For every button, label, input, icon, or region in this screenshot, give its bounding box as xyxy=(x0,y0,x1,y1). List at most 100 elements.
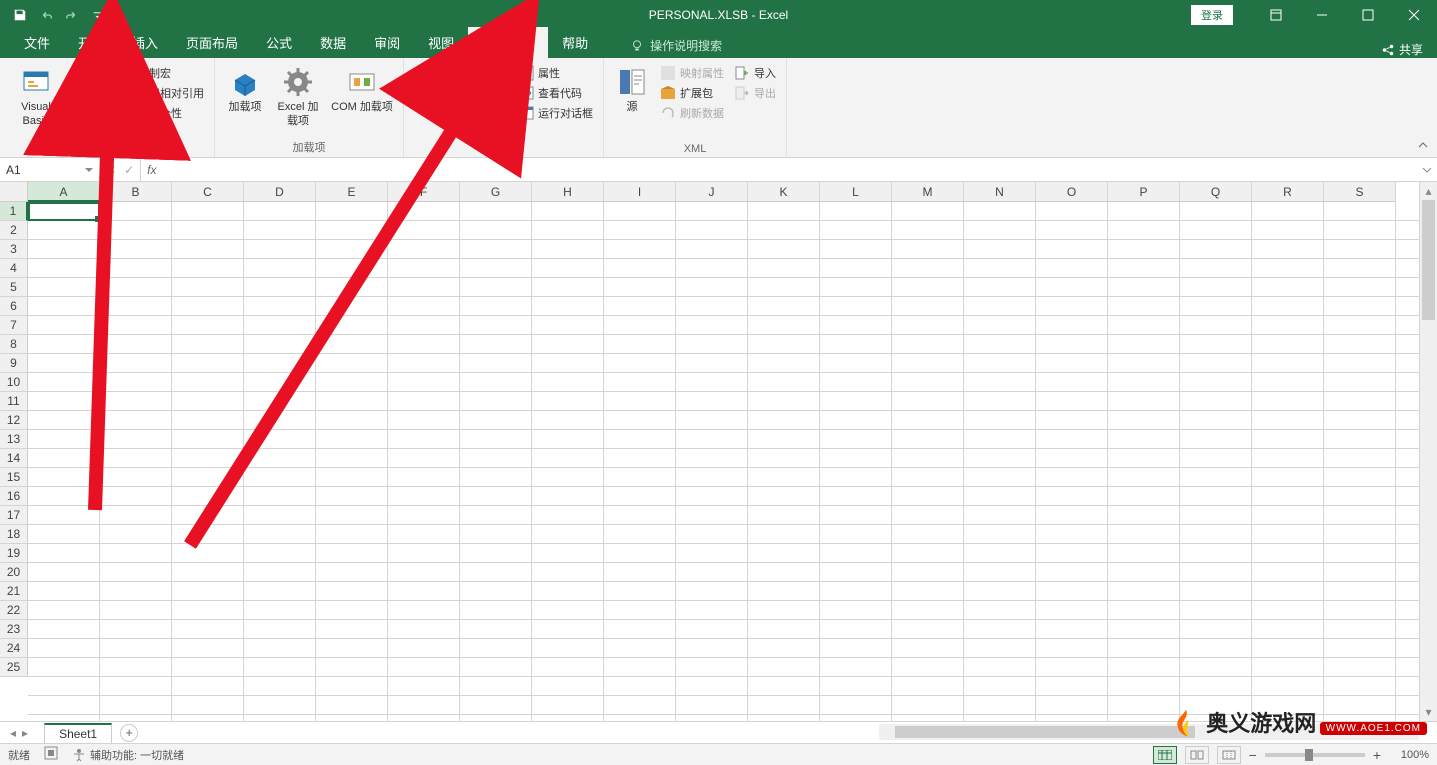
row-header[interactable]: 9 xyxy=(0,354,28,373)
fx-label[interactable]: fx xyxy=(141,158,162,181)
macro-record-status[interactable] xyxy=(44,746,58,763)
vscroll-thumb[interactable] xyxy=(1422,200,1435,320)
macros-button[interactable]: 宏 xyxy=(70,62,110,114)
cells-area[interactable] xyxy=(28,202,1419,721)
row-header[interactable]: 1 xyxy=(0,202,28,221)
page-break-view-button[interactable] xyxy=(1217,746,1241,764)
column-header[interactable]: O xyxy=(1036,182,1108,202)
sheet-nav-prev[interactable]: ◂ xyxy=(10,726,16,740)
sheet-nav-next[interactable]: ▸ xyxy=(22,726,28,740)
row-header[interactable]: 18 xyxy=(0,525,28,544)
row-header[interactable]: 13 xyxy=(0,430,28,449)
close-button[interactable] xyxy=(1391,0,1437,30)
zoom-slider[interactable] xyxy=(1265,753,1365,757)
refresh-data-button[interactable]: 刷新数据 xyxy=(658,104,726,122)
tab-file[interactable]: 文件 xyxy=(10,27,64,58)
row-header[interactable]: 10 xyxy=(0,373,28,392)
column-header[interactable]: J xyxy=(676,182,748,202)
column-header[interactable]: G xyxy=(460,182,532,202)
add-sheet-button[interactable]: + xyxy=(120,724,138,742)
visual-basic-button[interactable]: Visual Basic xyxy=(8,62,64,129)
column-header[interactable]: S xyxy=(1324,182,1396,202)
tab-help[interactable]: 帮助 xyxy=(548,27,602,58)
column-header[interactable]: D xyxy=(244,182,316,202)
tab-review[interactable]: 审阅 xyxy=(360,27,414,58)
tell-me-search[interactable]: 操作说明搜索 xyxy=(622,33,730,58)
row-header[interactable]: 25 xyxy=(0,658,28,677)
column-header[interactable]: E xyxy=(316,182,388,202)
page-layout-view-button[interactable] xyxy=(1185,746,1209,764)
xml-import-button[interactable]: 导入 xyxy=(732,64,778,82)
column-header[interactable]: L xyxy=(820,182,892,202)
undo-button[interactable] xyxy=(34,3,58,27)
run-dialog-button[interactable]: 运行对话框 xyxy=(516,104,595,122)
column-header[interactable]: B xyxy=(100,182,172,202)
row-header[interactable]: 12 xyxy=(0,411,28,430)
row-header[interactable]: 23 xyxy=(0,620,28,639)
row-header[interactable]: 24 xyxy=(0,639,28,658)
addins-button[interactable]: 加载项 xyxy=(223,62,267,114)
scroll-up-button[interactable]: ▴ xyxy=(1420,182,1437,200)
row-header[interactable]: 2 xyxy=(0,221,28,240)
row-header[interactable]: 22 xyxy=(0,601,28,620)
login-button[interactable]: 登录 xyxy=(1191,5,1233,25)
row-header[interactable]: 14 xyxy=(0,449,28,468)
expansion-pack-button[interactable]: 扩展包 xyxy=(658,84,726,102)
column-header[interactable]: H xyxy=(532,182,604,202)
zoom-handle[interactable] xyxy=(1305,749,1313,761)
xml-export-button[interactable]: 导出 xyxy=(732,84,778,102)
tab-insert[interactable]: 插入 xyxy=(118,27,172,58)
column-header[interactable]: N xyxy=(964,182,1036,202)
column-header[interactable]: K xyxy=(748,182,820,202)
properties-button[interactable]: 属性 xyxy=(516,64,595,82)
zoom-value[interactable]: 100% xyxy=(1389,749,1429,761)
zoom-in-button[interactable]: + xyxy=(1373,747,1381,763)
sheet-tab-1[interactable]: Sheet1 xyxy=(44,723,112,743)
hscroll-thumb[interactable] xyxy=(895,726,1195,738)
tab-view[interactable]: 视图 xyxy=(414,27,468,58)
qat-customize-button[interactable] xyxy=(86,3,110,27)
column-header[interactable]: M xyxy=(892,182,964,202)
xml-source-button[interactable]: 源 xyxy=(612,62,652,114)
row-header[interactable]: 16 xyxy=(0,487,28,506)
accessibility-status[interactable]: 辅助功能: 一切就绪 xyxy=(72,747,184,763)
insert-control-button[interactable]: 插入 xyxy=(412,62,456,114)
active-cell[interactable] xyxy=(28,202,100,221)
row-header[interactable]: 8 xyxy=(0,335,28,354)
row-header[interactable]: 6 xyxy=(0,297,28,316)
vertical-scrollbar[interactable]: ▴ ▾ xyxy=(1419,182,1437,721)
column-header[interactable]: P xyxy=(1108,182,1180,202)
tab-formulas[interactable]: 公式 xyxy=(252,27,306,58)
save-button[interactable] xyxy=(8,3,32,27)
name-box[interactable]: A1 xyxy=(0,158,100,181)
normal-view-button[interactable] xyxy=(1153,746,1177,764)
tab-data[interactable]: 数据 xyxy=(306,27,360,58)
cancel-formula-button[interactable]: ✕ xyxy=(106,163,116,177)
use-relative-button[interactable]: 使用相对引用 xyxy=(116,84,206,102)
column-header[interactable]: I xyxy=(604,182,676,202)
map-properties-button[interactable]: 映射属性 xyxy=(658,64,726,82)
tab-home[interactable]: 开始 xyxy=(64,27,118,58)
zoom-out-button[interactable]: − xyxy=(1249,747,1257,763)
share-button[interactable]: 共享 xyxy=(1381,41,1423,58)
record-macro-button[interactable]: 录制宏 xyxy=(116,64,206,82)
row-header[interactable]: 20 xyxy=(0,563,28,582)
row-header[interactable]: 15 xyxy=(0,468,28,487)
macro-security-button[interactable]: 宏安全性 xyxy=(116,104,206,122)
row-header[interactable]: 11 xyxy=(0,392,28,411)
scroll-down-button[interactable]: ▾ xyxy=(1420,703,1437,721)
row-header[interactable]: 17 xyxy=(0,506,28,525)
horizontal-scrollbar[interactable] xyxy=(879,724,1419,740)
excel-addins-button[interactable]: Excel 加载项 xyxy=(273,62,323,129)
column-header[interactable]: C xyxy=(172,182,244,202)
enter-formula-button[interactable]: ✓ xyxy=(124,163,134,177)
redo-button[interactable] xyxy=(60,3,84,27)
expand-formula-bar-button[interactable] xyxy=(1417,158,1437,181)
column-header[interactable]: F xyxy=(388,182,460,202)
tab-layout[interactable]: 页面布局 xyxy=(172,27,252,58)
select-all-corner[interactable] xyxy=(0,182,28,202)
collapse-ribbon-button[interactable] xyxy=(1415,137,1431,153)
formula-input[interactable] xyxy=(162,158,1417,181)
column-header[interactable]: Q xyxy=(1180,182,1252,202)
maximize-button[interactable] xyxy=(1345,0,1391,30)
